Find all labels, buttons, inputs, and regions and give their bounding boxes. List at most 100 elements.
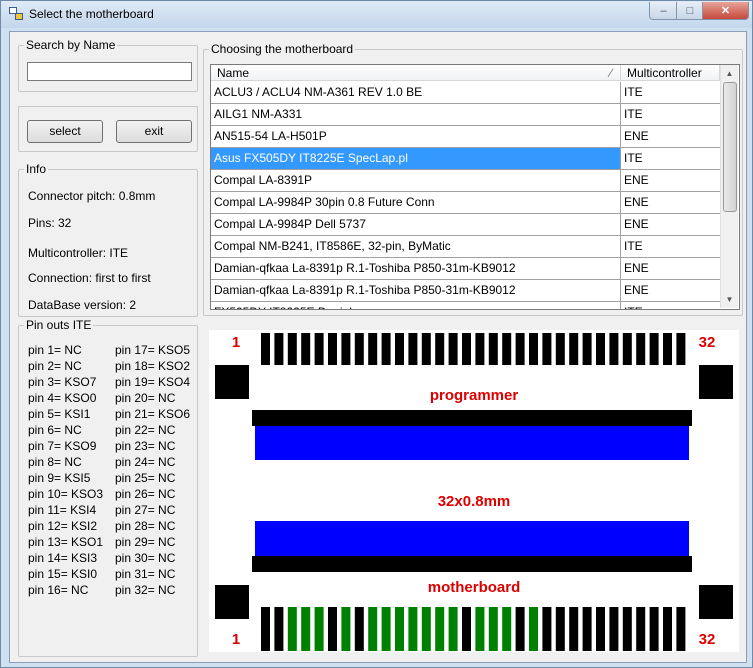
table-row[interactable]: Compal LA-9984P Dell 5737 ENE bbox=[211, 214, 720, 236]
connector-pitch: Connector pitch: 0.8mm bbox=[28, 189, 156, 203]
select-button[interactable]: select bbox=[27, 120, 103, 143]
search-legend: Search by Name bbox=[26, 38, 116, 52]
connector-pin bbox=[314, 333, 324, 365]
maximize-button[interactable]: □ bbox=[676, 2, 704, 20]
close-icon: ✕ bbox=[720, 5, 731, 17]
connector-pin bbox=[649, 607, 659, 651]
minimize-button[interactable]: ‒ bbox=[649, 2, 678, 20]
connector-pin bbox=[328, 607, 337, 651]
motherboard-left-latch bbox=[215, 585, 249, 619]
table-row[interactable]: Damian-qfkaa La-8391p R.1-Toshiba P850-3… bbox=[211, 258, 720, 280]
table-row[interactable]: Damian-qfkaa La-8391p R.1-Toshiba P850-3… bbox=[211, 280, 720, 302]
pinout-item: pin 15= KSI0 bbox=[28, 567, 98, 581]
connector-pin bbox=[341, 333, 351, 365]
connector-pin bbox=[274, 333, 284, 365]
pin-last-label-top: 32 bbox=[699, 334, 716, 351]
column-header-multicontroller[interactable]: Multicontroller bbox=[621, 65, 720, 81]
connector-pin bbox=[261, 333, 270, 365]
column-header-name[interactable]: Name ⁄ bbox=[211, 65, 621, 81]
connector-pin bbox=[636, 333, 646, 365]
motherboard-table[interactable]: Name ⁄ Multicontroller ACLU3 / ACLU4 NM-… bbox=[210, 64, 740, 310]
connector-pin bbox=[488, 333, 498, 365]
table-row[interactable]: AILG1 NM-A331 ITE bbox=[211, 104, 720, 126]
connector-pin bbox=[663, 333, 672, 365]
connector-pin bbox=[609, 607, 619, 651]
scroll-thumb[interactable] bbox=[723, 82, 737, 212]
search-input[interactable] bbox=[27, 62, 192, 81]
pinouts-legend: Pin outs ITE bbox=[26, 318, 92, 332]
connector-pin bbox=[462, 607, 471, 651]
vertical-scrollbar[interactable]: ▲ ▼ bbox=[720, 65, 738, 308]
pin-last-label-bottom: 32 bbox=[699, 631, 716, 648]
pin-first-label-top: 1 bbox=[232, 334, 240, 351]
close-button[interactable]: ✕ bbox=[702, 2, 749, 20]
exit-button[interactable]: exit bbox=[116, 120, 192, 143]
connector-pin bbox=[676, 333, 686, 365]
cell-multicontroller: ENE bbox=[624, 173, 649, 187]
motherboard-connector-bar bbox=[252, 556, 692, 572]
connector-pin bbox=[395, 607, 404, 651]
client-area: Search by Name select exit Info Connecto… bbox=[9, 31, 747, 663]
connector-pin bbox=[636, 607, 646, 651]
connector-pin bbox=[542, 333, 552, 365]
table-row[interactable]: AN515-54 LA-H501P ENE bbox=[211, 126, 720, 148]
connection-diagram: 1 32 programmer 32x0.8mm motherboard 1 3… bbox=[209, 330, 739, 652]
programmer-left-latch bbox=[215, 365, 249, 399]
programmer-connector-bar bbox=[252, 410, 692, 426]
pinout-item: pin 19= KSO4 bbox=[115, 375, 191, 389]
cell-multicontroller: ITE bbox=[621, 302, 720, 309]
scroll-down-icon[interactable]: ▼ bbox=[721, 291, 738, 308]
connector-pin bbox=[408, 333, 418, 365]
connector-pin bbox=[421, 607, 431, 651]
connector-pin bbox=[448, 333, 458, 365]
connector-pin bbox=[287, 333, 297, 365]
connector-pin bbox=[569, 607, 579, 651]
connector-pin bbox=[274, 607, 284, 651]
pinout-item: pin 21= KSO6 bbox=[115, 407, 191, 421]
app-icon bbox=[9, 7, 23, 20]
table-row[interactable]: Compal NM-B241, IT8586E, 32-pin, ByMatic… bbox=[211, 236, 720, 258]
cell-multicontroller: ENE bbox=[624, 195, 649, 209]
programmer-right-latch bbox=[699, 365, 733, 399]
scroll-up-icon[interactable]: ▲ bbox=[721, 65, 738, 82]
pinout-item: pin 24= NC bbox=[115, 455, 176, 469]
column-header-name-label: Name bbox=[217, 66, 250, 80]
table-row[interactable]: ACLU3 / ACLU4 NM-A361 REV 1.0 BE ITE bbox=[211, 82, 720, 104]
connector-pin bbox=[596, 333, 605, 365]
pinout-item: pin 5= KSI1 bbox=[28, 407, 91, 421]
connector-pin bbox=[582, 607, 592, 651]
connector-pin bbox=[395, 333, 404, 365]
cell-multicontroller: ITE bbox=[624, 239, 643, 253]
table-row[interactable]: Compal LA-8391P ENE bbox=[211, 170, 720, 192]
pinout-item: pin 30= NC bbox=[115, 551, 176, 565]
connector-pin bbox=[488, 607, 498, 651]
connector-pin bbox=[529, 607, 538, 651]
pinout-item: pin 16= NC bbox=[28, 583, 89, 597]
connector-pin bbox=[448, 607, 458, 651]
pinout-item: pin 3= KSO7 bbox=[28, 375, 97, 389]
connector-pin bbox=[569, 333, 579, 365]
connector-pin bbox=[609, 333, 619, 365]
table-row[interactable]: Asus FX505DY IT8225E SpecLap.pl ITE bbox=[211, 148, 720, 170]
cell-name: AILG1 NM-A331 bbox=[211, 104, 621, 125]
connector-pin bbox=[381, 607, 391, 651]
cell-multicontroller: ITE bbox=[624, 85, 643, 99]
connector-pin bbox=[622, 607, 632, 651]
connector-pin bbox=[368, 333, 378, 365]
minimize-icon: ‒ bbox=[660, 4, 667, 17]
pin-first-label-bottom: 1 bbox=[232, 631, 240, 648]
cell-name: Damian-qfkaa La-8391p R.1-Toshiba P850-3… bbox=[211, 280, 621, 301]
cell-name: FX505DY IT8225E Daniel bbox=[211, 302, 621, 309]
connector-pin bbox=[381, 333, 391, 365]
connector-pin bbox=[555, 607, 565, 651]
connector-pin bbox=[314, 607, 324, 651]
pinout-item: pin 26= NC bbox=[115, 487, 176, 501]
cell-name: AN515-54 LA-H501P bbox=[211, 126, 621, 147]
multicontroller-info: Multicontroller: ITE bbox=[28, 246, 129, 260]
table-row[interactable]: Compal LA-9984P 30pin 0.8 Future Conn ENE bbox=[211, 192, 720, 214]
cell-multicontroller: ITE bbox=[624, 151, 643, 165]
sort-icon: ⁄ bbox=[609, 66, 612, 80]
table-row[interactable]: FX505DY IT8225E DanielITE bbox=[211, 302, 720, 309]
connector-pin bbox=[529, 333, 538, 365]
pinout-item: pin 18= KSO2 bbox=[115, 359, 191, 373]
